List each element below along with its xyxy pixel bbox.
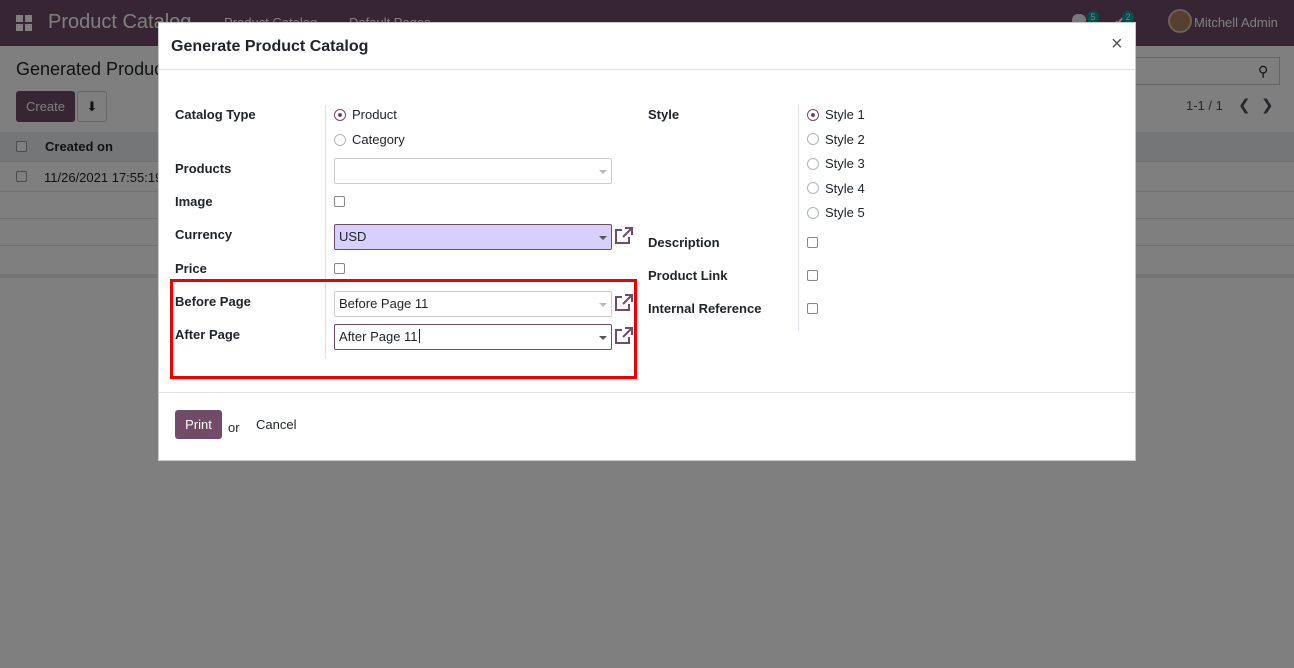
description-checkbox[interactable] (807, 237, 818, 248)
highlight-annotation-box (170, 279, 637, 379)
style-2-label[interactable]: Style 2 (825, 132, 865, 147)
product-link-label: Product Link (648, 268, 728, 283)
style-1-label[interactable]: Style 1 (825, 107, 865, 122)
dialog-header: Generate Product Catalog × (159, 23, 1135, 70)
close-icon[interactable]: × (1111, 33, 1123, 56)
currency-label: Currency (175, 227, 233, 242)
products-label: Products (175, 161, 232, 176)
or-text: or (228, 420, 240, 435)
catalog-type-product-label[interactable]: Product (352, 107, 397, 122)
cancel-button[interactable]: Cancel (256, 417, 296, 432)
style-4-radio[interactable] (807, 182, 819, 194)
style-5-radio[interactable] (807, 207, 819, 219)
price-label: Price (175, 261, 207, 276)
style-3-label[interactable]: Style 3 (825, 156, 865, 171)
style-label: Style (648, 107, 680, 122)
catalog-type-product-radio[interactable] (334, 109, 346, 121)
print-button[interactable]: Print (175, 410, 222, 439)
price-checkbox[interactable] (334, 263, 345, 274)
description-label: Description (648, 235, 720, 250)
generate-catalog-dialog: Generate Product Catalog × Catalog Type … (158, 22, 1136, 461)
product-link-checkbox[interactable] (807, 270, 818, 281)
catalog-type-label: Catalog Type (175, 107, 256, 122)
currency-value: USD (339, 229, 367, 244)
style-4-label[interactable]: Style 4 (825, 181, 865, 196)
style-1-radio[interactable] (807, 109, 819, 121)
currency-select[interactable]: USD (334, 224, 612, 250)
internal-reference-label: Internal Reference (648, 301, 762, 316)
catalog-type-category-label[interactable]: Category (352, 132, 405, 147)
image-checkbox[interactable] (334, 196, 345, 207)
dialog-title: Generate Product Catalog (171, 38, 369, 55)
style-2-radio[interactable] (807, 133, 819, 145)
chevron-down-icon (599, 236, 607, 240)
catalog-type-category-radio[interactable] (334, 134, 346, 146)
products-select[interactable] (334, 158, 612, 184)
style-5-label[interactable]: Style 5 (825, 205, 865, 220)
dialog-footer: Print or Cancel (159, 392, 1135, 460)
style-3-radio[interactable] (807, 158, 819, 170)
chevron-down-icon (599, 170, 607, 174)
column-divider (798, 105, 799, 331)
external-link-icon[interactable] (613, 227, 633, 245)
image-label: Image (175, 194, 213, 209)
internal-reference-checkbox[interactable] (807, 303, 818, 314)
